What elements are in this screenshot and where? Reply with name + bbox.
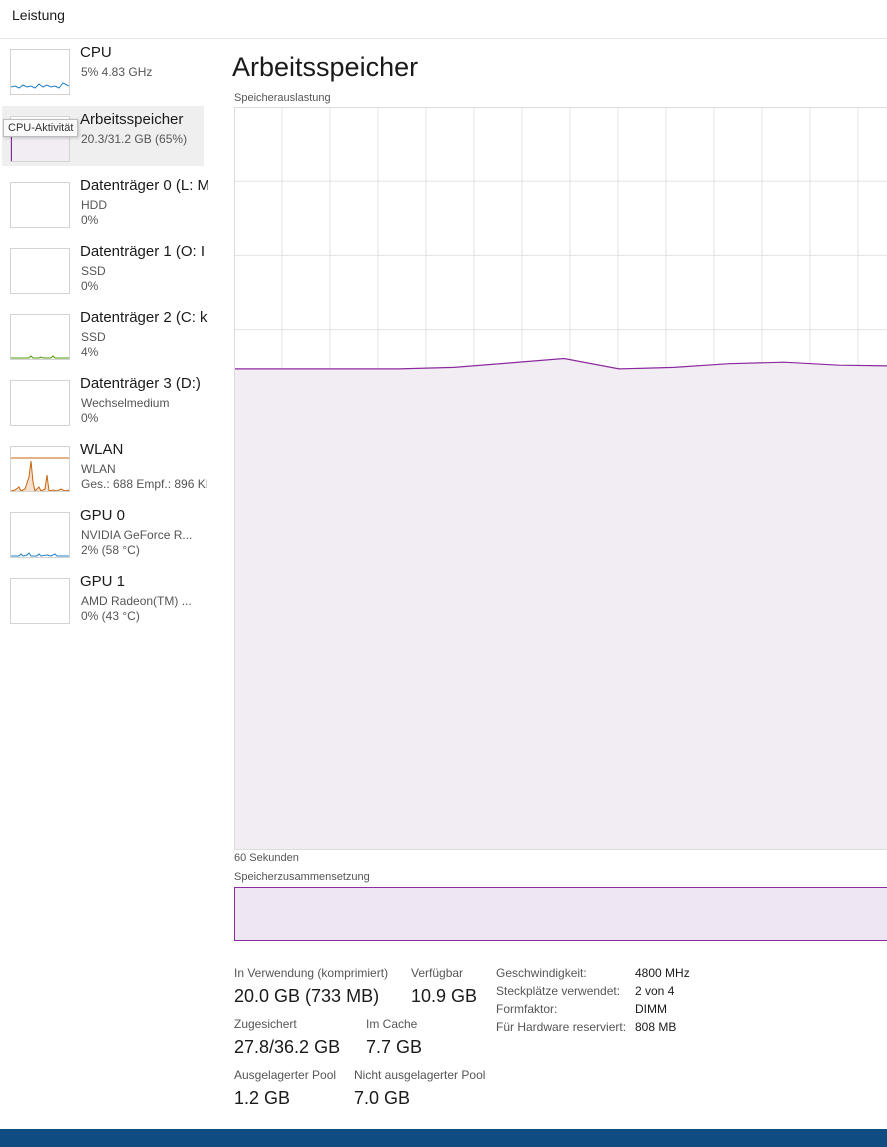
- nonpaged-pool-value: 7.0 GB: [354, 1088, 411, 1108]
- spec-slots-value: 2 von 4: [635, 984, 675, 998]
- spec-reserved-label: Für Hardware reserviert:: [496, 1020, 627, 1034]
- disk-sparkline-icon: [11, 183, 69, 227]
- sidebar-item-usage: 2% (58 °C): [81, 543, 140, 557]
- graph-x-axis-label: 60 Sekunden: [234, 852, 299, 864]
- disk-sparkline-thumbnail: [10, 248, 70, 294]
- cached-value: 7.7 GB: [366, 1037, 423, 1057]
- page-title: Arbeitsspeicher: [232, 52, 419, 82]
- sidebar-item-disk-2[interactable]: Datenträger 2 (C: k SSD 4%: [2, 304, 208, 364]
- sidebar-item-usage: 0%: [81, 411, 99, 425]
- committed-label: Zugesichert: [234, 1017, 297, 1031]
- gpu-sparkline-icon: [11, 552, 69, 557]
- sidebar-item-model: NVIDIA GeForce R...: [81, 528, 193, 542]
- composition-title: Speicherzusammensetzung: [234, 871, 370, 883]
- sidebar-item-wlan[interactable]: WLAN WLAN Ges.: 688 Empf.: 896 KBi: [2, 436, 207, 496]
- cpu-sparkline-icon: [11, 82, 69, 89]
- sidebar-item-usage: 0% (43 °C): [81, 609, 140, 623]
- gpu-sparkline-thumbnail: [10, 578, 70, 624]
- sidebar-item-detail: 5% 4.83 GHz: [81, 65, 153, 79]
- sidebar-item-throughput: Ges.: 688 Empf.: 896 KBi: [81, 477, 207, 491]
- cached-label: Im Cache: [366, 1017, 418, 1031]
- sidebar-item-name: CPU: [80, 44, 112, 61]
- nonpaged-pool-label: Nicht ausgelagerter Pool: [354, 1068, 486, 1082]
- memory-composition-bar: [234, 887, 887, 941]
- sidebar-item-name: WLAN: [80, 441, 124, 458]
- disk-sparkline-thumbnail: [10, 314, 70, 360]
- memory-usage-graph: [234, 107, 887, 850]
- in-use-label: In Verwendung (komprimiert): [234, 966, 389, 980]
- sidebar-item-disk-3[interactable]: Datenträger 3 (D:) Wechselmedium 0%: [2, 370, 204, 430]
- sidebar-item-cpu[interactable]: CPU 5% 4.83 GHz: [2, 39, 204, 99]
- network-sparkline-thumbnail: [10, 446, 70, 492]
- disk-sparkline-thumbnail: [10, 380, 70, 426]
- sidebar-item-type: HDD: [81, 198, 107, 212]
- sidebar-item-name: GPU 0: [80, 507, 126, 524]
- sidebar-item-model: AMD Radeon(TM) ...: [81, 594, 192, 608]
- sidebar-item-name: Datenträger 0 (L: M: [80, 177, 208, 194]
- disk-sparkline-thumbnail: [10, 182, 70, 228]
- disk-sparkline-icon: [11, 381, 69, 425]
- graph-series: [234, 357, 887, 849]
- sidebar-item-name: GPU 1: [80, 573, 126, 590]
- committed-value: 27.8/36.2 GB: [234, 1037, 341, 1057]
- tooltip: CPU-Aktivität: [3, 119, 79, 137]
- sidebar-item-type: SSD: [81, 330, 106, 344]
- spec-formfactor-label: Formfaktor:: [496, 1002, 558, 1016]
- in-use-value: 20.0 GB (733 MB): [234, 986, 380, 1006]
- paged-pool-label: Ausgelagerter Pool: [234, 1068, 337, 1082]
- header: Leistung: [0, 0, 887, 39]
- sidebar-item-usage: 0%: [81, 279, 99, 293]
- disk-sparkline-icon: [11, 249, 69, 293]
- memory-usage-area: [234, 358, 887, 849]
- sidebar-item-gpu-1[interactable]: GPU 1 AMD Radeon(TM) ... 0% (43 °C): [2, 568, 204, 628]
- sidebar-item-disk-0[interactable]: Datenträger 0 (L: M HDD 0%: [2, 172, 208, 232]
- disk-sparkline-icon: [11, 355, 69, 359]
- spec-speed-value: 4800 MHz: [635, 966, 690, 980]
- sidebar-item-usage: 4%: [81, 345, 99, 359]
- sidebar-item-type: SSD: [81, 264, 106, 278]
- paged-pool-value: 1.2 GB: [234, 1088, 291, 1108]
- graph-title: Speicherauslastung: [234, 92, 331, 104]
- spec-slots-label: Steckplätze verwendet:: [496, 984, 621, 998]
- sidebar-item-name: Datenträger 1 (O: I: [80, 243, 206, 260]
- gpu-sparkline-icon: [11, 579, 69, 623]
- sidebar-item-name: Datenträger 2 (C: k: [80, 309, 208, 326]
- spec-formfactor-value: DIMM: [635, 1002, 667, 1016]
- spec-speed-label: Geschwindigkeit:: [496, 966, 587, 980]
- sidebar-item-type: Wechselmedium: [81, 396, 170, 410]
- sidebar-item-detail: 20.3/31.2 GB (65%): [81, 132, 188, 146]
- sidebar-item-disk-1[interactable]: Datenträger 1 (O: I SSD 0%: [2, 238, 205, 298]
- taskbar: [0, 1129, 887, 1147]
- sidebar: CPU 5% 4.83 GHz Arbeitsspeicher 20.3/31.…: [0, 39, 208, 1129]
- sidebar-item-gpu-0[interactable]: GPU 0 NVIDIA GeForce R... 2% (58 °C): [2, 502, 204, 562]
- available-label: Verfügbar: [411, 966, 464, 980]
- sidebar-item-name: Datenträger 3 (D:): [80, 375, 201, 392]
- cpu-sparkline-thumbnail: [10, 49, 70, 95]
- network-sparkline-icon: [11, 457, 69, 491]
- sidebar-item-name: Arbeitsspeicher: [80, 111, 184, 128]
- page-header-title: Leistung: [12, 7, 65, 23]
- sidebar-item-usage: 0%: [81, 213, 99, 227]
- available-value: 10.9 GB: [411, 986, 478, 1006]
- sidebar-item-type: WLAN: [81, 462, 116, 476]
- spec-reserved-value: 808 MB: [635, 1020, 677, 1034]
- gpu-sparkline-thumbnail: [10, 512, 70, 558]
